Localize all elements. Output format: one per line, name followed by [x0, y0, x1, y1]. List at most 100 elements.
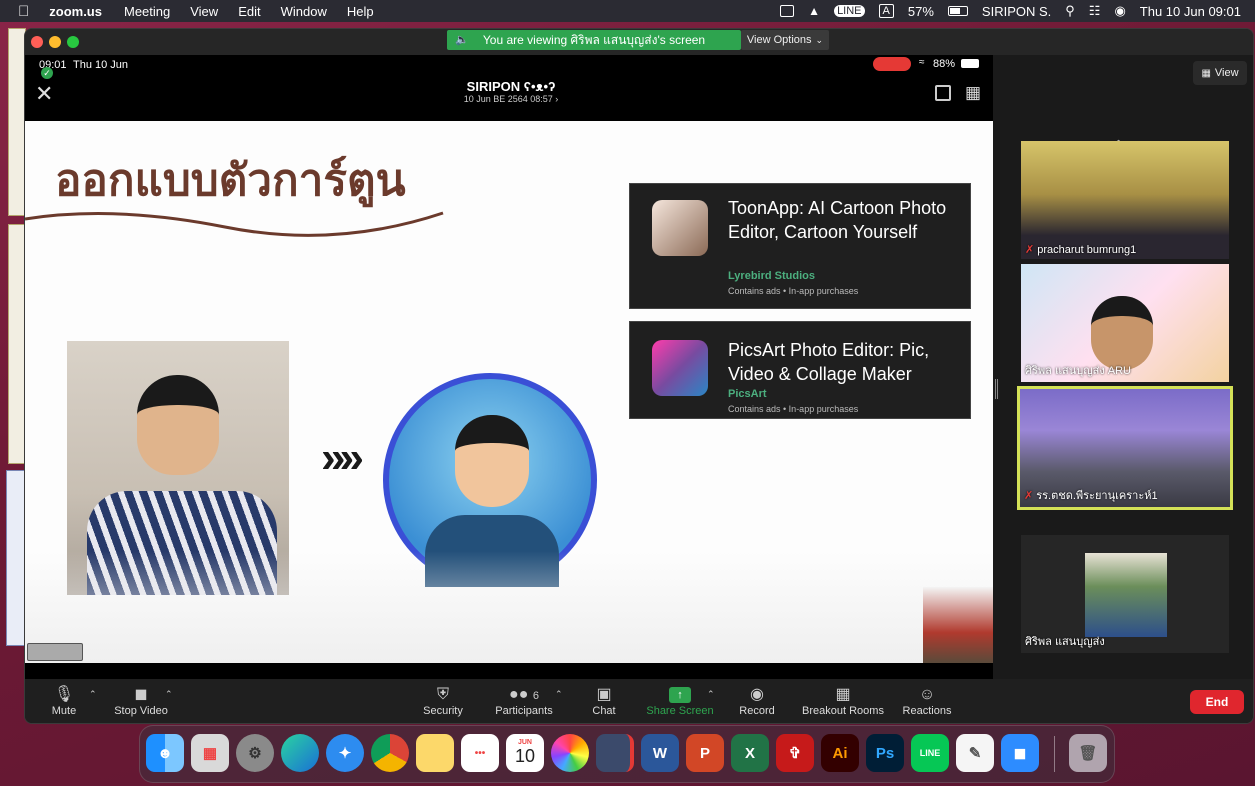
system-preferences-icon[interactable]: ⚙: [236, 734, 274, 772]
view-grid-icon: ▦: [1201, 67, 1211, 79]
powerpoint-icon[interactable]: P: [686, 734, 724, 772]
menubar-user[interactable]: SIRIPON S.: [982, 4, 1051, 19]
zoom-status-icon[interactable]: [780, 5, 795, 17]
textedit-icon[interactable]: ✎: [956, 734, 994, 772]
word-icon[interactable]: W: [641, 734, 679, 772]
person-head: [137, 375, 219, 475]
cartoon-head: [455, 415, 529, 507]
menubar-clock[interactable]: Thu 10 Jun 09:01: [1140, 4, 1241, 19]
mute-options-caret[interactable]: ⌃: [89, 689, 97, 700]
record-icon: ◉: [750, 686, 764, 703]
battery-icon[interactable]: [947, 6, 968, 16]
view-options-label: View Options: [746, 34, 812, 46]
excel-icon[interactable]: X: [731, 734, 769, 772]
app-card-toonapp[interactable]: ToonApp: AI Cartoon Photo Editor, Cartoo…: [629, 183, 971, 309]
shield-icon: ⛨: [436, 686, 449, 703]
title-underline: [25, 211, 444, 237]
speaker-icon: 🔈: [455, 34, 469, 46]
zoom-window: 🔈 You are viewing ศิริพล แสนบุญส่ง's scr…: [24, 28, 1254, 724]
participant-tile[interactable]: ศิริพล แสนบุญส่ง ARU: [1021, 264, 1229, 382]
spotlight-search-icon[interactable]: ⚲: [1065, 3, 1075, 19]
share-screen-button[interactable]: ↑ Share Screen: [645, 685, 715, 717]
close-icon[interactable]: ✕: [35, 81, 53, 107]
participants-options-caret[interactable]: ⌃: [555, 689, 563, 700]
app-card-publisher: Lyrebird Studios: [728, 270, 815, 282]
breakout-grid-icon: ▦: [835, 686, 851, 703]
minimize-window-button[interactable]: [49, 36, 61, 48]
drive-icon[interactable]: ▲: [808, 4, 820, 18]
mic-off-icon: ✗: [1025, 244, 1035, 256]
view-button[interactable]: ▦ View: [1193, 61, 1247, 85]
chat-button[interactable]: ▣ Chat: [591, 685, 617, 717]
battery-percent: 57%: [907, 3, 934, 19]
mic-off-icon: ✗: [1024, 490, 1034, 502]
view-options-button[interactable]: View Options ⌄: [741, 30, 829, 50]
title-bar: 🔈 You are viewing ศิริพล แสนบุญส่ง's scr…: [25, 29, 1253, 55]
illustrator-icon[interactable]: Ai: [821, 734, 859, 772]
phone-status-bar: 09:01 Thu 10 Jun ✓ ✕ SIRIPON ʕ•ᴥ•ʔ 10 Ju…: [25, 55, 993, 121]
splitter-handle[interactable]: [995, 379, 998, 399]
siri-icon[interactable]: ◉: [1114, 3, 1125, 19]
participant-face: [1091, 296, 1153, 370]
reactions-label: Reactions: [902, 705, 952, 717]
zoom-app-icon[interactable]: ◼: [1001, 734, 1039, 772]
security-button[interactable]: ⛨ Security: [421, 685, 465, 717]
control-center-icon[interactable]: ☷: [1089, 3, 1101, 19]
photoshop-icon[interactable]: Ps: [866, 734, 904, 772]
launchpad-icon[interactable]: ▦: [191, 734, 229, 772]
menu-edit[interactable]: Edit: [238, 4, 260, 19]
background-window: [6, 470, 26, 646]
breakout-rooms-button[interactable]: ▦ Breakout Rooms: [801, 685, 885, 717]
video-options-caret[interactable]: ⌃: [165, 689, 173, 700]
grid-icon[interactable]: ▦: [965, 83, 981, 103]
reminders-icon[interactable]: •••: [461, 734, 499, 772]
mute-button[interactable]: 🎙 Mute: [49, 685, 79, 717]
app-card-title: PicsArt Photo Editor: Pic, Video & Colla…: [728, 340, 930, 384]
trash-icon[interactable]: 🗑: [1069, 734, 1107, 772]
line-status-icon[interactable]: LINE: [834, 5, 865, 17]
participant-name: ศิริพล แสนบุญส่ง ARU: [1025, 365, 1131, 377]
share-options-caret[interactable]: ⌃: [707, 689, 715, 700]
finder-icon[interactable]: ☻: [146, 734, 184, 772]
picsart-icon: [652, 340, 708, 396]
record-button[interactable]: ◉ Record: [737, 685, 777, 717]
app-card-picsart[interactable]: PicsArt Photo Editor: Pic, Video & Colla…: [629, 321, 971, 419]
reactions-button[interactable]: ☺ Reactions: [901, 685, 953, 717]
participant-tile[interactable]: ✗ pracharut bumrung1: [1021, 141, 1229, 259]
acrobat-icon[interactable]: ✞: [776, 734, 814, 772]
participant-tile-active-speaker[interactable]: ✗ รร.ตชด.พีระยานุเคราะห์1: [1017, 386, 1233, 510]
menu-meeting[interactable]: Meeting: [124, 4, 170, 19]
notes-icon[interactable]: [416, 734, 454, 772]
participant-tile[interactable]: ศิริพล แสนบุญส่ง: [1021, 535, 1229, 653]
cc-license-badge: [27, 643, 83, 661]
presenter-corner-photo: [923, 587, 993, 663]
apple-icon[interactable]: : [18, 3, 29, 20]
breakout-rooms-label: Breakout Rooms: [802, 705, 884, 717]
maximize-window-button[interactable]: [67, 36, 79, 48]
mute-label: Mute: [51, 705, 77, 717]
menu-app-name[interactable]: zoom.us: [49, 4, 102, 19]
presentation-slide: ออกแบบตัวการ์ตูน »» ToonApp: AI Cartoon …: [25, 121, 993, 663]
participants-button[interactable]: ●● 6 Participants: [493, 685, 555, 717]
close-window-button[interactable]: [31, 36, 43, 48]
participants-count: 6: [532, 690, 539, 702]
menu-view[interactable]: View: [190, 4, 218, 19]
safari-icon[interactable]: ✦: [326, 734, 364, 772]
chrome-icon[interactable]: [371, 734, 409, 772]
remote-desktop-icon[interactable]: [596, 734, 634, 772]
phone-battery: 88%: [933, 58, 956, 70]
stop-video-button[interactable]: ◼ Stop Video: [111, 685, 171, 717]
line-app-icon[interactable]: LINE: [911, 734, 949, 772]
input-source-icon[interactable]: A: [878, 4, 894, 18]
menu-help[interactable]: Help: [347, 4, 374, 19]
menu-window[interactable]: Window: [281, 4, 327, 19]
chevron-down-icon: ⌄: [815, 34, 824, 45]
double-chevron-right-icon: »»: [321, 433, 364, 482]
photos-icon[interactable]: [551, 734, 589, 772]
participant-gallery: ▦ View ⌃ ✗pracharut bumrung1 ศิริพล แสนบ…: [993, 55, 1253, 689]
end-meeting-button[interactable]: End: [1190, 690, 1244, 714]
calendar-icon[interactable]: JUN 10: [506, 734, 544, 772]
expand-icon[interactable]: [935, 85, 951, 101]
edge-icon[interactable]: [281, 734, 319, 772]
meeting-toolbar: 🎙 Mute ⌃ ◼ Stop Video ⌃ ⛨ Security ●● 6 Part…: [25, 679, 1253, 723]
